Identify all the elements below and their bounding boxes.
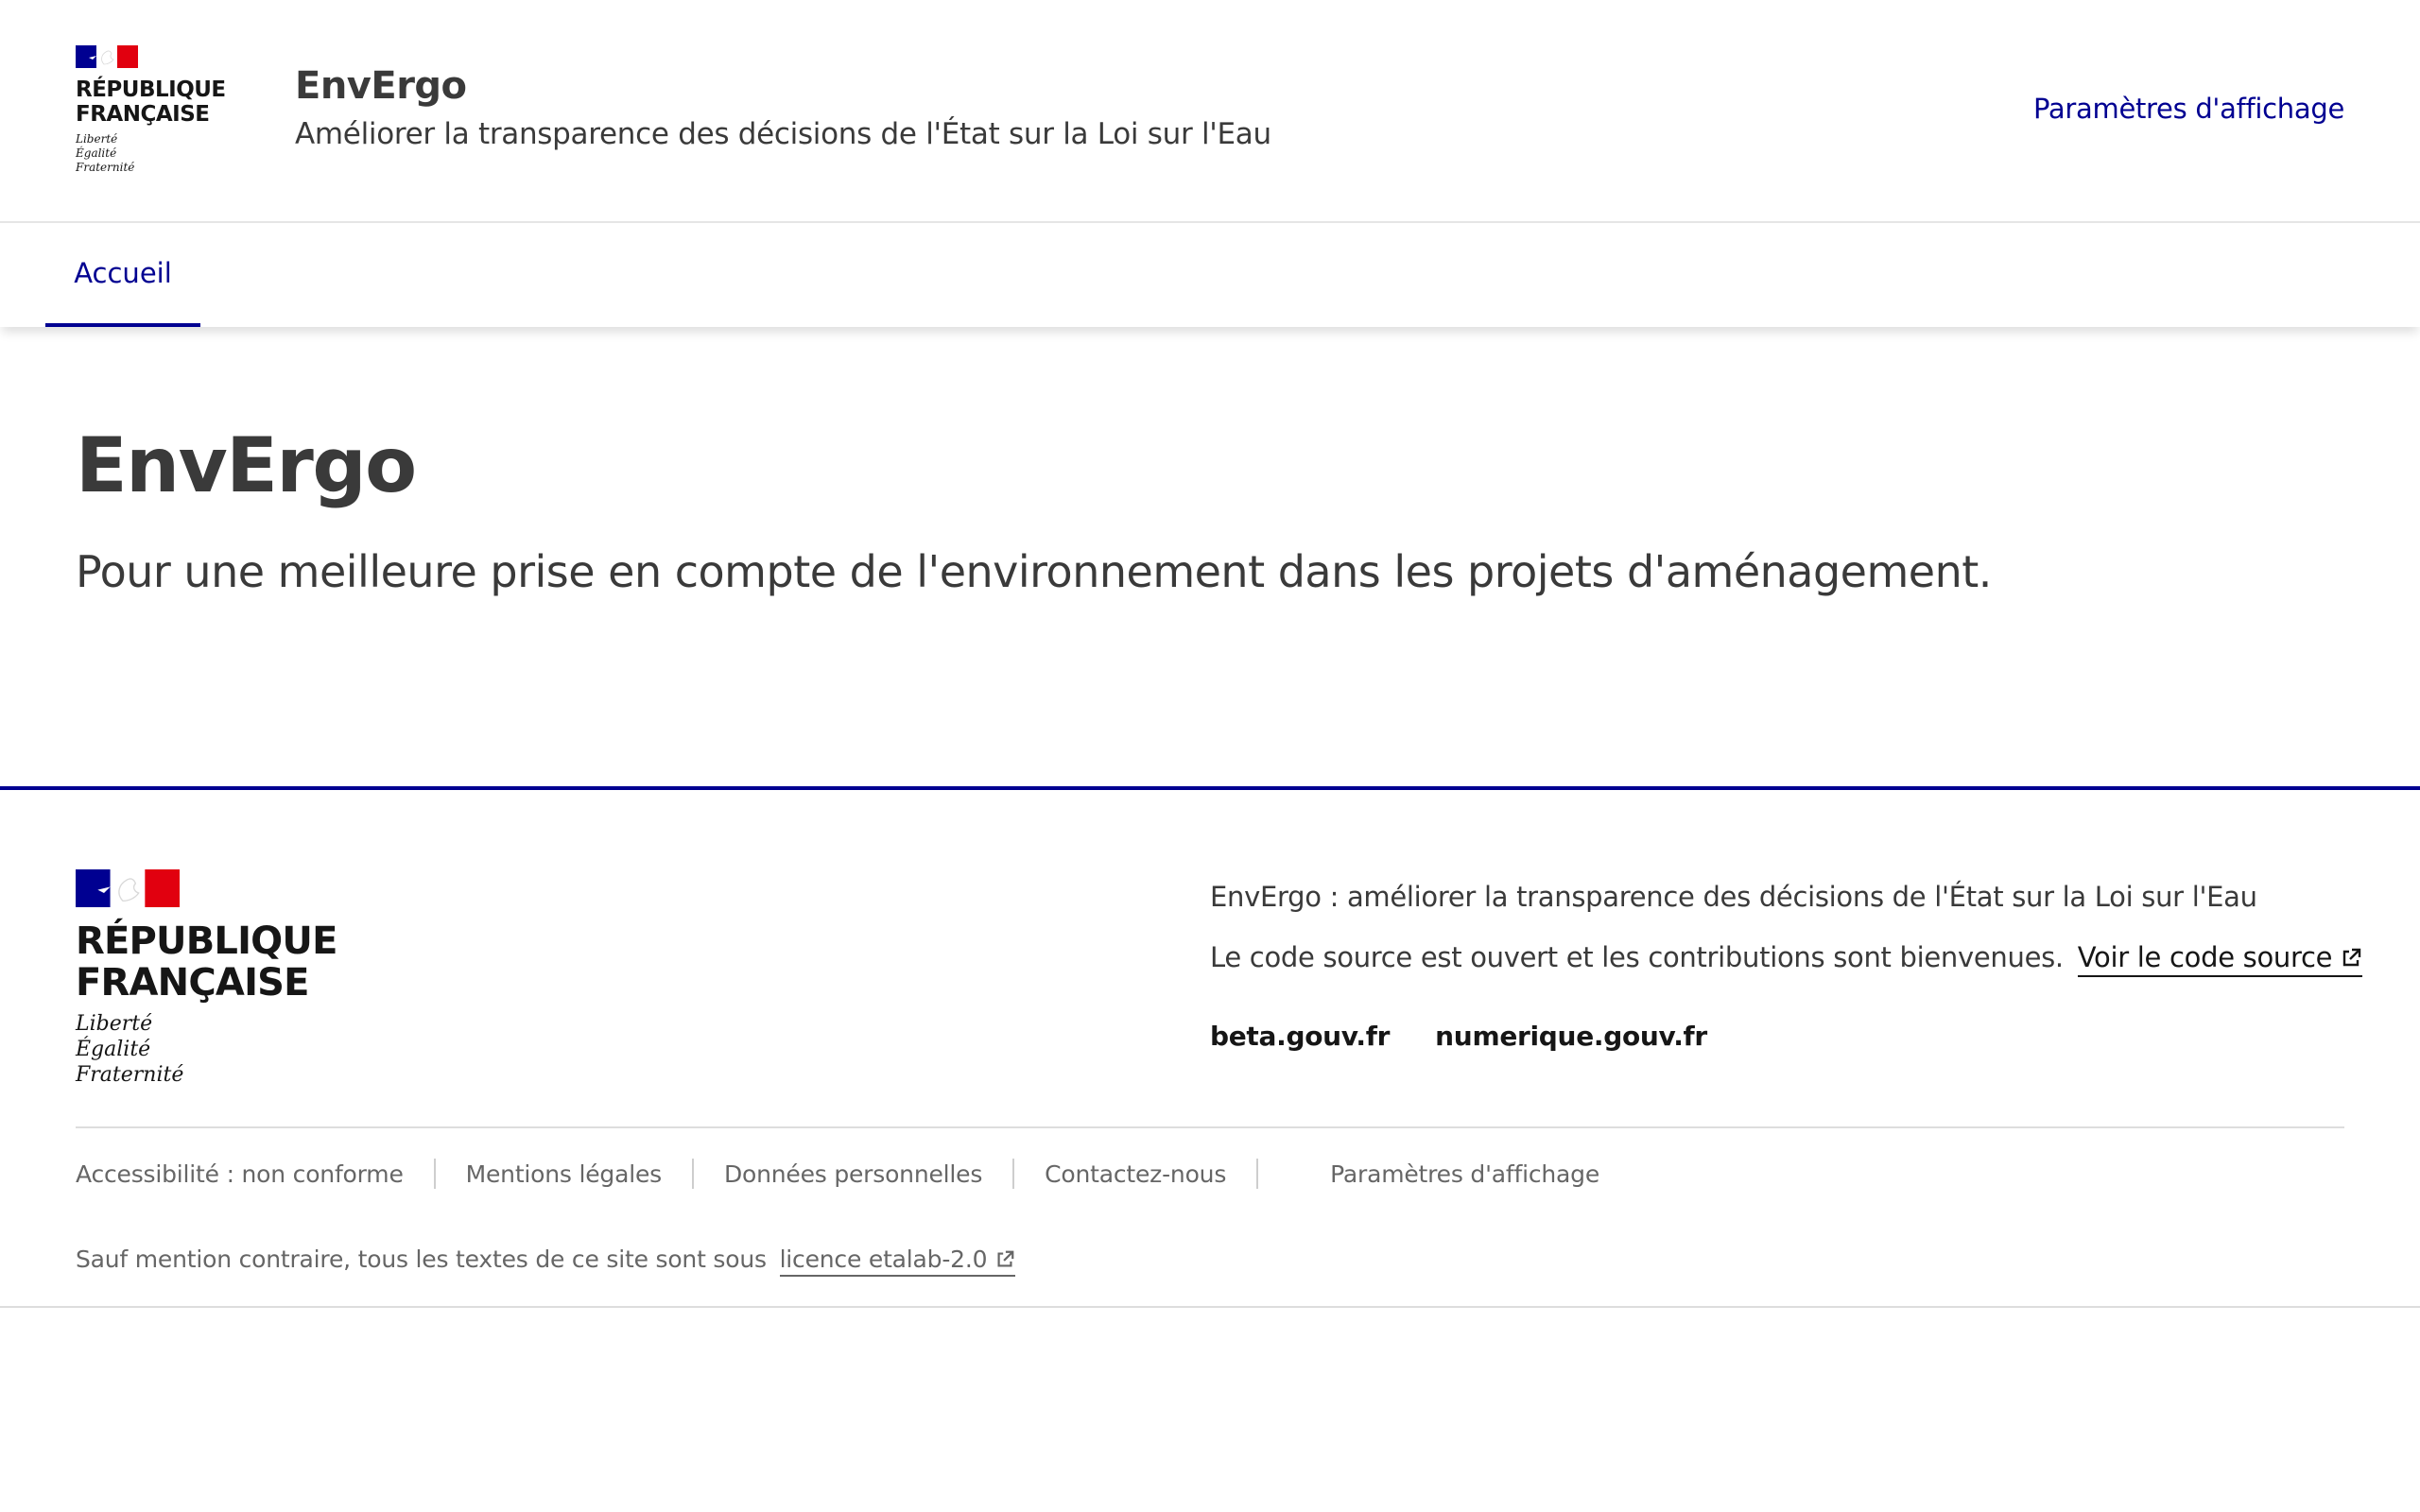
page-lead: Pour une meilleure prise en compte de l'… <box>76 546 1992 597</box>
site-footer: RÉPUBLIQUE FRANÇAISE Liberté Égalité Fra… <box>0 786 2420 1308</box>
header-logo[interactable]: RÉPUBLIQUE FRANÇAISE Liberté Égalité Fra… <box>76 45 227 175</box>
contact-link[interactable]: Contactez-nous <box>1045 1160 1226 1188</box>
separator <box>1256 1159 1259 1189</box>
republique-francaise-wordmark: RÉPUBLIQUE FRANÇAISE <box>76 77 226 127</box>
footer-description: EnvErgo : améliorer la transparence des … <box>1210 881 2257 913</box>
footer-logo[interactable]: RÉPUBLIQUE FRANÇAISE Liberté Égalité Fra… <box>76 869 340 1088</box>
site-title[interactable]: EnvErgo <box>295 64 467 108</box>
footer-divider <box>76 1126 2344 1128</box>
devise: Liberté Égalité Fraternité <box>76 132 135 174</box>
separator <box>1012 1159 1015 1189</box>
separator <box>433 1159 436 1189</box>
external-link-icon <box>2342 948 2361 967</box>
page-title: EnvErgo <box>76 421 417 509</box>
devise: Liberté Égalité Fraternité <box>76 1012 184 1087</box>
display-settings-button[interactable]: Paramètres d'affichage <box>2033 93 2344 125</box>
separator <box>691 1159 694 1189</box>
legal-notice-link[interactable]: Mentions légales <box>466 1160 663 1188</box>
personal-data-link[interactable]: Données personnelles <box>724 1160 982 1188</box>
main-navigation: Accueil <box>0 223 2420 327</box>
footer-display-settings-button[interactable]: Paramètres d'affichage <box>1330 1160 1599 1188</box>
marianne-flag-icon <box>76 869 180 907</box>
licence-text: Sauf mention contraire, tous les textes … <box>76 1246 1016 1277</box>
external-link-icon <box>997 1250 1014 1267</box>
beta-gouv-link[interactable]: beta.gouv.fr <box>1210 1021 1390 1052</box>
numerique-gouv-link[interactable]: numerique.gouv.fr <box>1435 1021 1707 1052</box>
footer-source-text: Le code source est ouvert et les contrib… <box>1210 941 2363 977</box>
licence-statement: Sauf mention contraire, tous les textes … <box>76 1246 767 1273</box>
site-tagline: Améliorer la transparence des décisions … <box>295 117 1271 151</box>
accessibility-link[interactable]: Accessibilité : non conforme <box>76 1160 404 1188</box>
footer-partner-links: beta.gouv.fr numerique.gouv.fr <box>1210 1021 1707 1052</box>
source-code-link[interactable]: Voir le code source <box>2077 941 2363 977</box>
licence-link[interactable]: licence etalab-2.0 <box>779 1246 1016 1277</box>
nav-item-accueil[interactable]: Accueil <box>45 223 200 327</box>
marianne-flag-icon <box>76 45 138 68</box>
site-header: RÉPUBLIQUE FRANÇAISE Liberté Égalité Fra… <box>0 0 2420 223</box>
republique-francaise-wordmark: RÉPUBLIQUE FRANÇAISE <box>76 919 337 1005</box>
source-text: Le code source est ouvert et les contrib… <box>1210 941 2064 973</box>
footer-bottom-links: Accessibilité : non conforme Mentions lé… <box>76 1159 1599 1189</box>
